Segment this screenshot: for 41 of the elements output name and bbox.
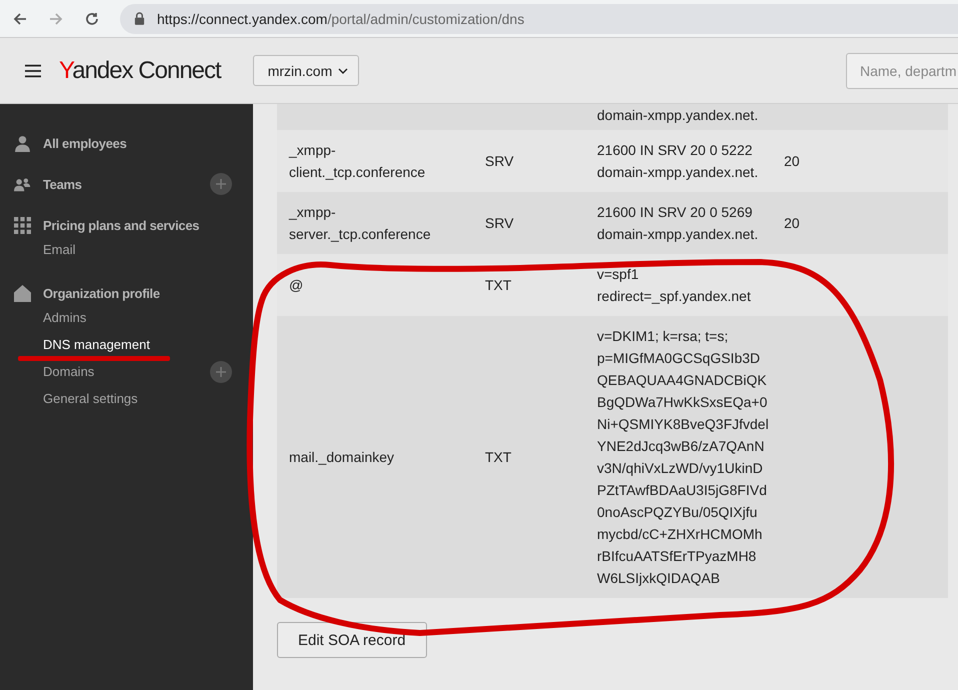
lock-icon bbox=[134, 12, 145, 25]
table-cell: v=spf1 redirect=_spf.yandex.net bbox=[597, 266, 751, 304]
house-icon bbox=[14, 284, 31, 302]
table-cell: @ bbox=[289, 277, 304, 293]
person-icon bbox=[14, 134, 31, 152]
table-cell: v=DKIM1; k=rsa; t=s; p=MIGfMA0GCSqGSIb3D QEBAQUAA4GNADCBiQK BgQDWa7HwKkSxsEQa+0 Ni+QSMIYK8BveQ3FJfvdel YNE2dJcq3wB6/zA7QAnN v3N/qhiVxLzWD/vy1UkinD PZtTAwfBDAaU3I5jG8FIVd 0noAscPQZYBu/05QIXjfu mycbd/cC+ZHXrHCMOMh rBIfcuAATSfErTPyazMH8 W6LSIjxkQIDAQAB bbox=[597, 328, 769, 586]
sidebar-item[interactable]: DNS management bbox=[43, 337, 150, 352]
table-cell: SRV bbox=[485, 215, 514, 231]
table-cell: TXT bbox=[485, 277, 512, 293]
table-cell: 20 bbox=[784, 153, 800, 169]
table-cell: 21600 IN SRV 20 0 5269 domain-xmpp.yandex.net. bbox=[597, 204, 758, 242]
reload-icon[interactable] bbox=[84, 10, 100, 26]
sidebar-item[interactable]: All employees bbox=[43, 136, 127, 150]
sidebar-item[interactable]: Admins bbox=[43, 310, 86, 325]
address-bar[interactable]: https://connect.yandex.com/portal/admin/customization/dns bbox=[120, 4, 958, 34]
domain-dropdown[interactable]: mrzin.com bbox=[252, 55, 360, 86]
menu-icon[interactable] bbox=[25, 64, 41, 78]
sidebar-item[interactable]: Organization profile bbox=[43, 286, 160, 300]
table-cell: TXT bbox=[485, 449, 512, 465]
url-text: https://connect.yandex.com/portal/admin/customization/dns bbox=[157, 10, 524, 26]
table-cell: _xmpp- server._tcp.conference bbox=[289, 204, 431, 242]
table-cell: mail._domainkey bbox=[289, 449, 394, 465]
logo[interactable]: Yandex Connect bbox=[59, 56, 221, 86]
people-icon bbox=[14, 176, 31, 192]
caret-icon bbox=[338, 68, 348, 74]
search-field[interactable]: Name, departm bbox=[846, 52, 958, 88]
add-icon[interactable] bbox=[210, 173, 232, 195]
table-cell: 20 bbox=[784, 215, 800, 231]
grid-icon bbox=[14, 216, 31, 234]
sidebar-item[interactable]: Domains bbox=[43, 364, 94, 379]
sidebar-item[interactable]: Email bbox=[43, 242, 76, 257]
sidebar-item[interactable]: General settings bbox=[43, 391, 138, 406]
back-icon[interactable] bbox=[12, 10, 28, 26]
sidebar-item[interactable]: Pricing plans and services bbox=[43, 218, 200, 232]
table-cell: SRV bbox=[485, 153, 514, 169]
table-cell: _xmpp- client._tcp.conference bbox=[289, 142, 426, 180]
table-cell: 21600 IN SRV 20 0 5222 domain-xmpp.yandex.net. bbox=[597, 142, 758, 180]
add-icon[interactable] bbox=[210, 360, 232, 382]
edit-soa-button[interactable]: Edit SOA record bbox=[277, 622, 427, 658]
table-cell: domain-xmpp.yandex.net. bbox=[597, 107, 758, 123]
sidebar-item[interactable]: Teams bbox=[43, 176, 82, 192]
